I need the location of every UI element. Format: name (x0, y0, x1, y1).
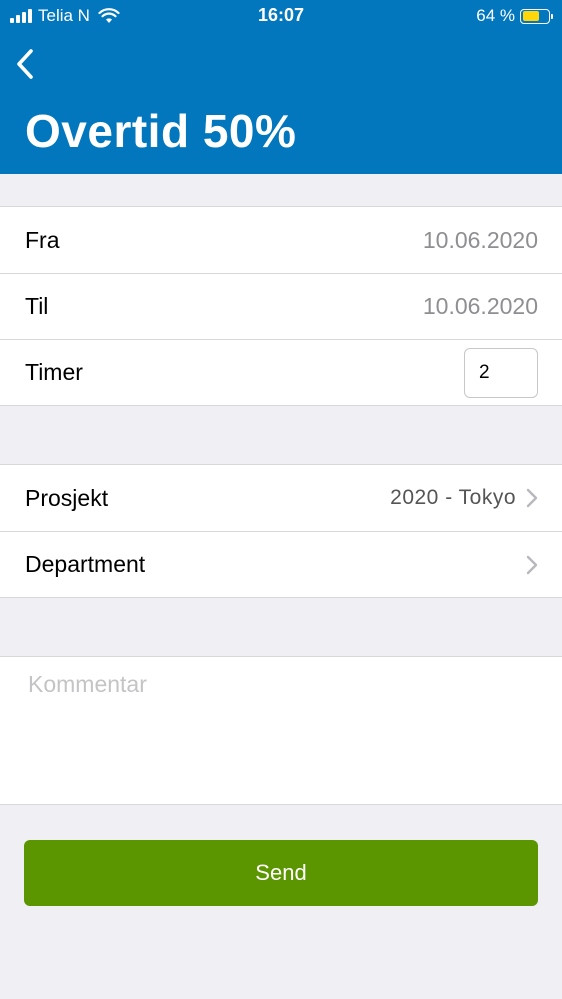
date-section: Fra 10.06.2020 Til 10.06.2020 Timer 2 (0, 206, 562, 406)
department-label: Department (25, 551, 146, 577)
assignment-section: Prosjekt 2020 - Tokyo Department (0, 464, 562, 598)
hours-input[interactable]: 2 (464, 347, 538, 398)
hours-row: Timer 2 (0, 339, 562, 405)
status-right: 64 % (476, 6, 553, 26)
chevron-right-icon (526, 488, 538, 508)
page-title: Overtid 50% (25, 105, 297, 157)
project-row[interactable]: Prosjekt 2020 - Tokyo (0, 465, 562, 531)
comment-input[interactable] (0, 657, 562, 804)
header-bar: Telia N 16:07 64 % Overtid 50% (0, 0, 562, 174)
status-bar: Telia N 16:07 64 % (0, 0, 562, 32)
chevron-right-icon (526, 555, 538, 574)
project-label: Prosjekt (25, 484, 109, 511)
from-date-value[interactable]: 10.06.2020 (423, 227, 538, 254)
hours-label: Timer (25, 359, 83, 385)
back-button[interactable] (10, 44, 40, 84)
to-date-value[interactable]: 10.06.2020 (423, 293, 538, 320)
battery-percentage: 64 % (476, 6, 515, 25)
chevron-left-icon (17, 49, 33, 79)
department-row[interactable]: Department (0, 531, 562, 597)
battery-icon (520, 8, 553, 24)
from-date-row[interactable]: Fra 10.06.2020 (0, 207, 562, 273)
project-value: 2020 - Tokyo (390, 486, 516, 509)
to-date-row[interactable]: Til 10.06.2020 (0, 273, 562, 339)
comment-section (0, 656, 562, 805)
send-button[interactable]: Send (24, 840, 538, 906)
from-label: Fra (25, 226, 60, 253)
to-label: Til (25, 293, 49, 319)
battery-level (522, 11, 539, 21)
